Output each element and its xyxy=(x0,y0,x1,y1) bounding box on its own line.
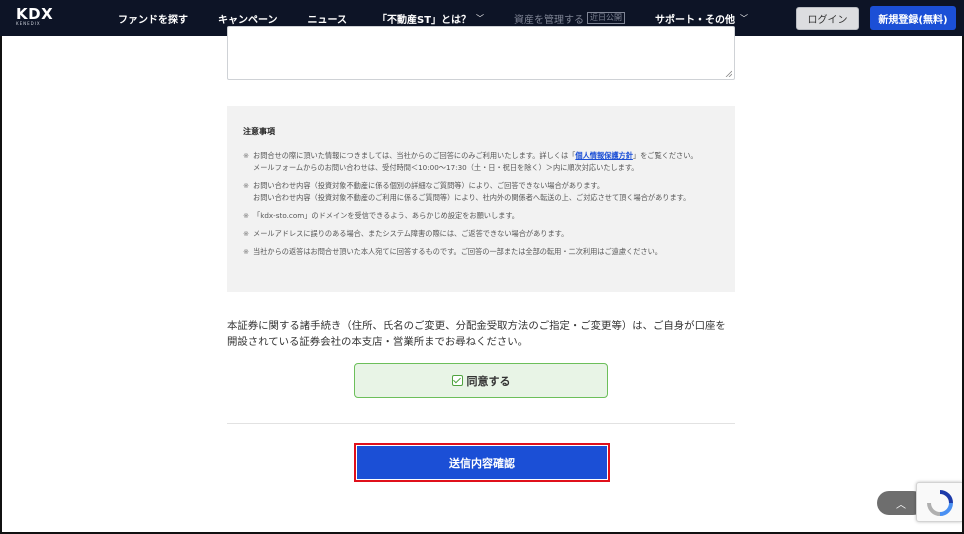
nav-label: ファンドを探す xyxy=(118,14,188,26)
chevron-down-icon: ﹀ xyxy=(476,13,485,23)
nav-support[interactable]: サポート・その他 ﹀ xyxy=(655,11,748,26)
note-text: 」をご覧ください。 xyxy=(632,151,698,160)
note-text: お問合せの際に頂いた情報につきましては、当社からのご回答にのみご利用いたします。… xyxy=(253,151,576,160)
notice-title: 注意事項 xyxy=(243,127,275,136)
note-mark: ※ xyxy=(243,247,250,256)
note-text: 当社からの返答はお問合せ頂いた本人宛てに回答するものです。ご回答の一部または全部… xyxy=(253,247,662,256)
note-mark: ※ xyxy=(243,151,250,160)
message-textarea[interactable] xyxy=(227,26,735,80)
notice-item: ※ お問い合わせ内容（投資対象不動産に係る個別の詳細なご質問等）により、ご回答で… xyxy=(243,180,719,204)
nav-about-st[interactable]: 「不動産ST」とは？ ﹀ xyxy=(377,11,484,26)
agree-label: 同意する xyxy=(466,374,511,388)
notice-box: 注意事項 ※ お問合せの際に頂いた情報につきましては、当社からのご回答にのみご利… xyxy=(227,106,735,292)
confirm-submit-button[interactable]: 送信内容確認 xyxy=(357,446,607,479)
note-mark: ※ xyxy=(243,181,250,190)
register-button[interactable]: 新規登録(無料) xyxy=(870,6,956,30)
note-text: メールアドレスに誤りのある場合、またシステム障害の際には、ご返答できない場合があ… xyxy=(253,229,569,238)
note-mark: ※ xyxy=(243,229,250,238)
nav-label: 資産を管理する xyxy=(514,14,585,26)
nav-label: サポート・その他 xyxy=(655,14,736,26)
note-text: メールフォームからのお問い合わせは、受付時間＜10:00〜17:30（土・日・祝… xyxy=(253,163,639,172)
submit-highlight: 送信内容確認 xyxy=(354,443,610,482)
recaptcha-icon xyxy=(927,490,953,516)
nav-label: 「不動産ST」とは？ xyxy=(377,14,472,26)
notice-item: ※ 「kdx-sto.com」のドメインを受信できるよう、あらかじめ設定をお願い… xyxy=(243,210,719,222)
coming-soon-badge: 近日公開 xyxy=(587,12,626,24)
recaptcha-badge[interactable] xyxy=(916,482,962,522)
nav-label: キャンペーン xyxy=(218,14,278,26)
chevron-up-icon: ︿ xyxy=(896,499,906,511)
login-button[interactable]: ログイン xyxy=(796,7,859,30)
note-mark: ※ xyxy=(243,211,250,220)
kdx-logo[interactable]: KDX KENEDIX xyxy=(16,7,53,27)
notice-item: ※ メールアドレスに誤りのある場合、またシステム障害の際には、ご返答できない場合… xyxy=(243,228,719,240)
logo-mark: KDX xyxy=(16,5,54,23)
nav-campaign[interactable]: キャンペーン xyxy=(218,11,278,26)
checkbox-checked-icon xyxy=(451,375,463,386)
nav-label: ニュース xyxy=(307,14,348,26)
agree-checkbox-button[interactable]: 同意する xyxy=(354,363,608,398)
nav-manage-assets: 資産を管理する 近日公開 xyxy=(514,11,626,26)
procedure-text: 開設されている証券会社の本支店・営業所までお尋ねください。 xyxy=(227,336,529,348)
chevron-down-icon: ﹀ xyxy=(740,13,749,23)
note-text: お問い合わせ内容（投資対象不動産のご利用に係るご質問等）により、社内外の関係者へ… xyxy=(253,193,691,202)
note-text: お問い合わせ内容（投資対象不動産に係る個別の詳細なご質問等）により、ご回答できな… xyxy=(253,181,605,190)
divider xyxy=(227,423,735,424)
procedure-text: 本証券に関する諸手続き（住所、氏名のご変更、分配金受取方法のご指定・ご変更等）は… xyxy=(227,320,726,332)
notice-item: ※ お問合せの際に頂いた情報につきましては、当社からのご回答にのみご利用いたしま… xyxy=(243,150,719,174)
nav-find-funds[interactable]: ファンドを探す xyxy=(118,11,188,26)
note-text: 「kdx-sto.com」のドメインを受信できるよう、あらかじめ設定をお願いしま… xyxy=(253,211,519,220)
procedure-notice: 本証券に関する諸手続き（住所、氏名のご変更、分配金受取方法のご指定・ご変更等）は… xyxy=(227,318,747,350)
notice-item: ※ 当社からの返答はお問合せ頂いた本人宛てに回答するものです。ご回答の一部または… xyxy=(243,246,719,258)
privacy-policy-link[interactable]: 個人情報保護方針 xyxy=(575,151,633,160)
resize-grip-icon[interactable] xyxy=(725,70,732,77)
nav-news[interactable]: ニュース xyxy=(308,11,348,26)
